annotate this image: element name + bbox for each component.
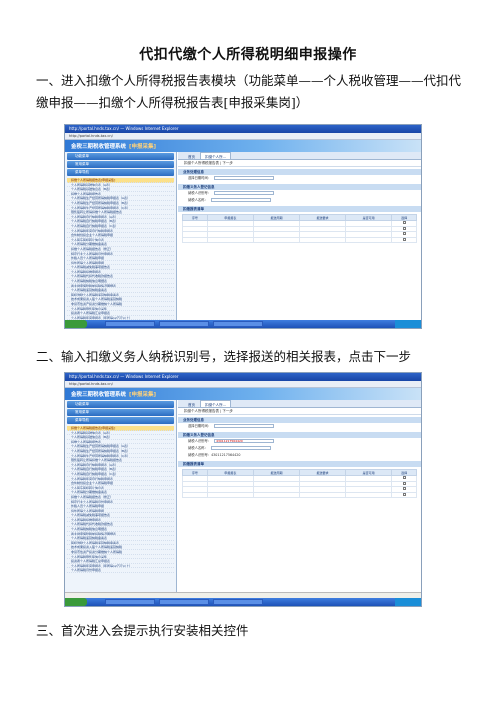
taxpayer-id-input[interactable] bbox=[214, 190, 275, 196]
tab-bar: 首页 扣缴个人所... bbox=[178, 152, 421, 160]
app-logo: 金税三期税收管理系统 [申报采集] bbox=[71, 392, 157, 398]
taskbar-item[interactable] bbox=[213, 599, 263, 605]
screenshot-2: http://portal.hnds.tax.cn/ — Windows Int… bbox=[64, 372, 422, 607]
system-tray bbox=[395, 598, 421, 606]
taskbar bbox=[65, 598, 421, 606]
taxpayer-name-input[interactable] bbox=[210, 197, 271, 203]
report-table: 序号 申报报表 报送周期 报送要求 是否可用 选择 bbox=[182, 214, 417, 243]
system-tray bbox=[395, 320, 421, 328]
row-checkbox[interactable] bbox=[402, 481, 406, 485]
tab-home[interactable]: 首页 bbox=[184, 153, 199, 159]
taxpayer-id-input[interactable]: 43011217564420 bbox=[214, 438, 275, 444]
taskbar-item[interactable] bbox=[105, 599, 155, 605]
screenshot-1: http://portal.hnds.tax.cn/ — Windows Int… bbox=[64, 124, 422, 329]
start-button[interactable] bbox=[65, 320, 87, 328]
taxpayer-id-row: 纳税人识别号： 43011217564420 bbox=[178, 438, 421, 445]
date-row: 选择日期时间： bbox=[178, 423, 421, 430]
table-row bbox=[182, 236, 417, 243]
row-checkbox[interactable] bbox=[402, 476, 406, 480]
section-reports: 扣缴报表清单 bbox=[178, 206, 421, 212]
toolbar[interactable]: 扣缴个人所得税报告表 | 下一步 bbox=[178, 160, 421, 167]
taxpayer-id-display: 43011217564420 bbox=[211, 453, 241, 457]
table-row bbox=[182, 491, 417, 498]
taxpayer-id-row: 纳税人识别号： bbox=[178, 190, 421, 197]
row-checkbox[interactable] bbox=[402, 221, 406, 225]
main-panel: 首页 扣缴个人所... 扣缴个人所得税报告表 | 下一步 业务处理信息 选择日期… bbox=[178, 400, 421, 592]
row-checkbox[interactable] bbox=[402, 237, 406, 241]
start-button[interactable] bbox=[65, 598, 87, 606]
taskbar-item[interactable] bbox=[105, 321, 155, 327]
tab-home[interactable]: 首页 bbox=[184, 401, 199, 407]
browser-title-bar: http://portal.hnds.tax.cn/ — Windows Int… bbox=[65, 125, 421, 133]
date-row: 选择日期时间： bbox=[178, 175, 421, 182]
taxpayer-info-row: 纳税人识别号：43011217564420 bbox=[188, 453, 241, 457]
row-checkbox[interactable] bbox=[402, 487, 406, 491]
row-checkbox[interactable] bbox=[402, 232, 406, 236]
taxpayer-name-input[interactable] bbox=[210, 445, 271, 451]
date-field[interactable] bbox=[214, 423, 275, 429]
nav-function-menu[interactable]: 功能菜单 bbox=[67, 401, 174, 408]
taxpayer-name-row: 纳税人名称： bbox=[178, 445, 421, 452]
nav-common-menu[interactable]: 常用菜单 bbox=[67, 409, 174, 416]
tab-bar: 首页 扣缴个人所... bbox=[178, 400, 421, 408]
browser-title-bar: http://portal.hnds.tax.cn/ — Windows Int… bbox=[65, 373, 421, 381]
menu-list: 扣缴个人所得税报告表[申报采集] 个人所得税基础信息表（A表） 个人所得税基础信息表… bbox=[65, 177, 176, 320]
sidebar: 功能菜单 常用菜单 菜单导航 扣缴个人所得税报告表[申报采集] 个人所得税基础信息… bbox=[65, 152, 177, 320]
document-title: 代扣代缴个人所得税明细申报操作 bbox=[139, 47, 357, 63]
app-logo: 金税三期税收管理系统 [申报采集] bbox=[71, 144, 157, 150]
menu-list: 扣缴个人所得税报告表[申报采集] 个人所得税基础信息表（A表） 个人所得税基础信息表… bbox=[65, 425, 176, 574]
taskbar-item[interactable] bbox=[159, 599, 209, 605]
taskbar-item[interactable] bbox=[159, 321, 209, 327]
taxpayer-name-row: 纳税人名称： bbox=[178, 197, 421, 204]
main-panel: 首页 扣缴个人所... 扣缴个人所得税报告表 | 下一步 业务处理信息 选择日期… bbox=[178, 152, 421, 320]
app-banner: 金税三期税收管理系统 [申报采集] bbox=[65, 388, 421, 400]
row-checkbox[interactable] bbox=[402, 226, 406, 230]
date-field[interactable] bbox=[214, 175, 275, 181]
step-1-text: 一、进入扣缴个人所得税报告表模块（功能菜单——个人税收管理——代扣代缴申报——扣… bbox=[36, 73, 462, 110]
row-checkbox[interactable] bbox=[402, 492, 406, 496]
app-banner: 金税三期税收管理系统 [申报采集] bbox=[65, 140, 421, 152]
sidebar: 功能菜单 常用菜单 菜单导航 扣缴个人所得税报告表[申报采集] 个人所得税基础信息… bbox=[65, 400, 177, 592]
tab-withholding-report[interactable]: 扣缴个人所... bbox=[200, 400, 231, 407]
address-bar[interactable]: http://portal.hnds.tax.cn/ bbox=[65, 133, 421, 140]
section-reports: 扣缴报表清单 bbox=[178, 461, 421, 467]
menu-item[interactable]: 个人所得税月份申报表 bbox=[67, 568, 174, 573]
taskbar-item[interactable] bbox=[213, 321, 263, 327]
step-2-text: 二、输入扣缴义务人纳税识别号，选择报送的相关报表，点击下一步 bbox=[36, 349, 412, 364]
step-3-text: 三、首次进入会提示执行安装相关控件 bbox=[36, 623, 249, 638]
toolbar[interactable]: 扣缴个人所得税报告表 | 下一步 bbox=[178, 408, 421, 415]
nav-common-menu[interactable]: 常用菜单 bbox=[67, 161, 174, 168]
report-table: 序号 申报报表 报送周期 报送要求 是否可用 选择 bbox=[182, 469, 417, 498]
tab-withholding-report[interactable]: 扣缴个人所... bbox=[200, 152, 231, 159]
address-bar[interactable]: http://portal.hnds.tax.cn/ bbox=[65, 381, 421, 388]
nav-menu-navigation[interactable]: 菜单导航 bbox=[67, 169, 174, 176]
taskbar bbox=[65, 320, 421, 328]
nav-function-menu[interactable]: 功能菜单 bbox=[67, 153, 174, 160]
nav-menu-navigation[interactable]: 菜单导航 bbox=[67, 417, 174, 424]
